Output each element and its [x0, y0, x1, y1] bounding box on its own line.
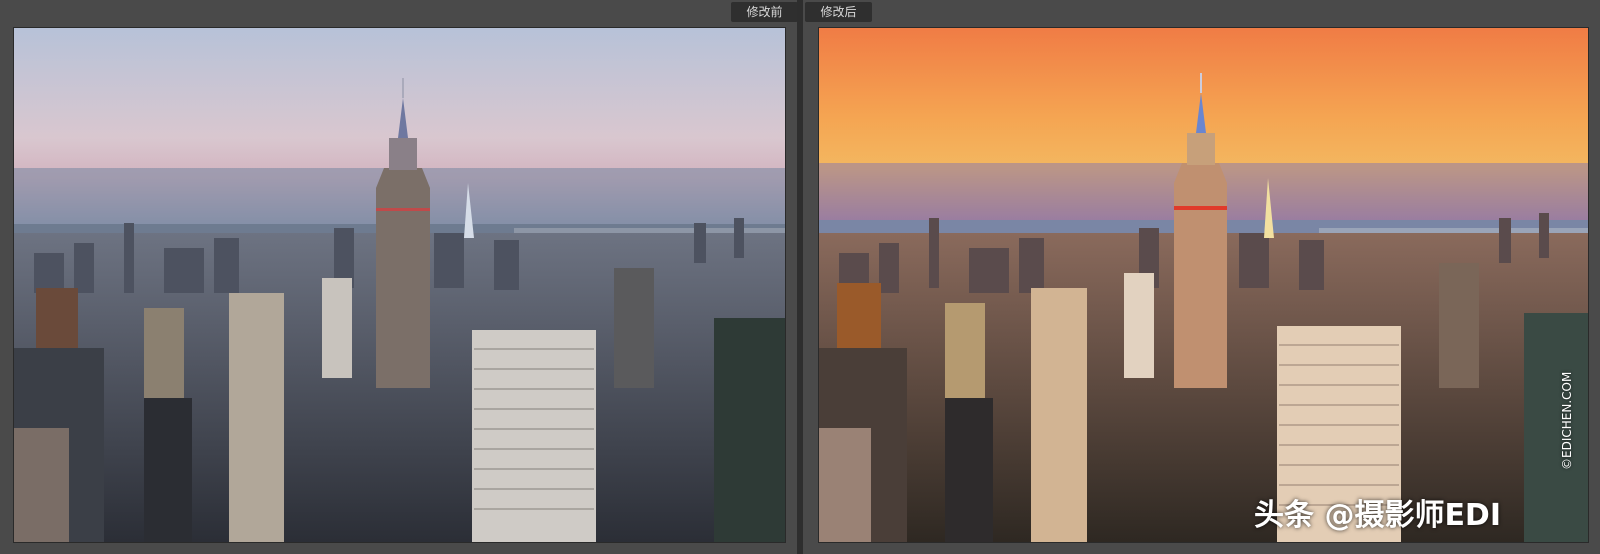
after-cityscape-image [819, 28, 1588, 542]
before-photo [13, 27, 786, 543]
compare-view: 修改前 修改后 头条 @摄影师EDI ©EDICHEN.COM [0, 0, 1600, 554]
after-photo [818, 27, 1589, 543]
before-tab[interactable]: 修改前 [731, 2, 798, 22]
after-tab[interactable]: 修改后 [805, 2, 872, 22]
before-cityscape-image [14, 28, 785, 542]
watermark-text: 头条 @摄影师EDI [1254, 498, 1502, 533]
side-credit-text: ©EDICHEN.COM [1560, 371, 1574, 470]
split-divider[interactable] [797, 0, 803, 554]
